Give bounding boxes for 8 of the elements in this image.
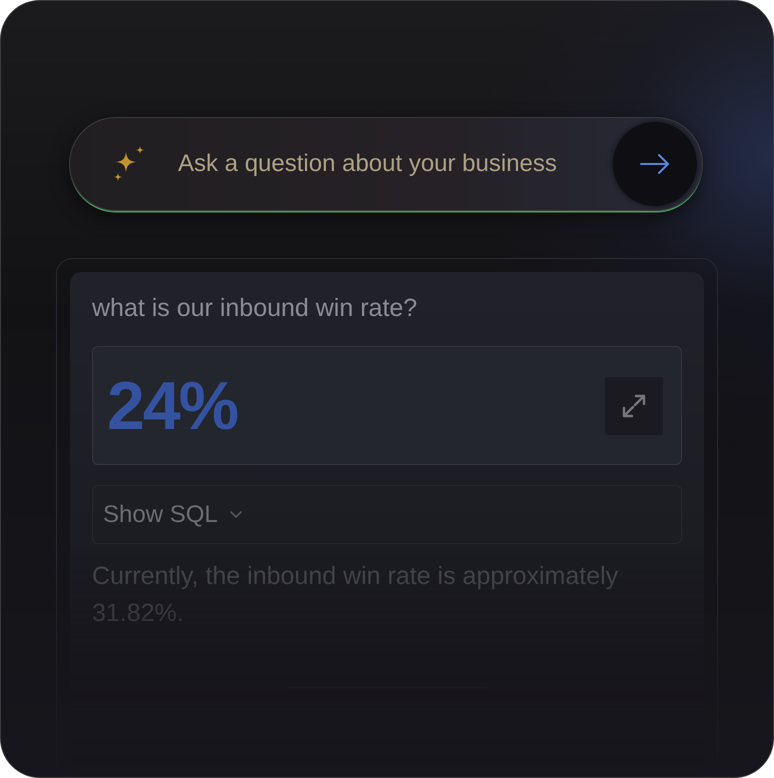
question-text: what is our inbound win rate? (92, 293, 418, 324)
expand-icon (621, 392, 647, 418)
show-sql-toggle[interactable]: Show SQL (103, 496, 242, 532)
prompt-bar[interactable]: Ask a question about your business (69, 117, 703, 211)
arrow-right-icon (640, 154, 670, 174)
question-input[interactable]: Ask a question about your business (178, 146, 613, 182)
expand-button[interactable] (605, 376, 663, 434)
metric-value: 24% (107, 372, 238, 440)
